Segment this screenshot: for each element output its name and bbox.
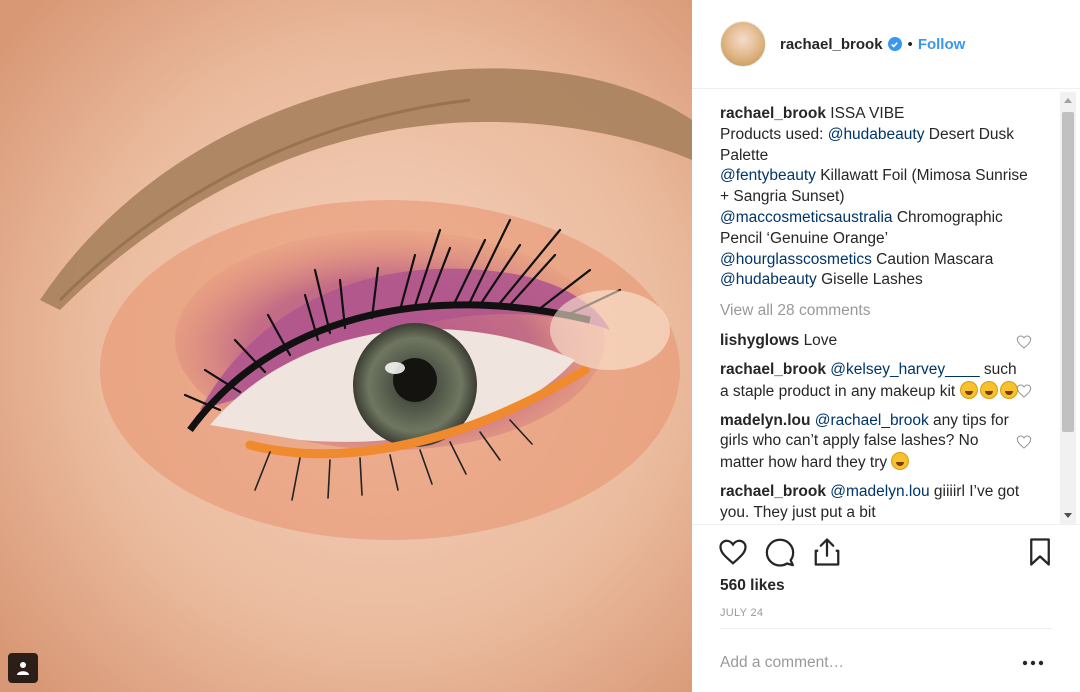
follow-button[interactable]: Follow bbox=[918, 36, 966, 53]
caption-text: Caution Mascara bbox=[871, 250, 994, 268]
sweat-smile-emoji-icon bbox=[891, 452, 910, 471]
post-sidebar: rachael_brook • Follow rachael_brook ISS… bbox=[692, 0, 1080, 692]
post-photo[interactable] bbox=[0, 0, 692, 692]
caption-mention[interactable]: @fentybeauty bbox=[720, 167, 816, 184]
laughing-emoji-icon bbox=[999, 380, 1018, 399]
scroll-down-arrow-icon[interactable] bbox=[1060, 508, 1076, 524]
comment-username[interactable]: lishyglows bbox=[720, 332, 799, 349]
comment-text: Love bbox=[803, 332, 838, 350]
post-header: rachael_brook • Follow bbox=[692, 0, 1080, 89]
author-username[interactable]: rachael_brook bbox=[780, 36, 883, 53]
user-tag-icon[interactable] bbox=[8, 653, 38, 683]
view-all-comments-link[interactable]: View all 28 comments bbox=[720, 299, 1080, 323]
comment-item: rachael_brook @kelsey_harvey____ such a … bbox=[720, 360, 1032, 403]
comment-like-heart-icon[interactable] bbox=[1016, 334, 1032, 350]
comment-username[interactable]: madelyn.lou bbox=[720, 412, 810, 429]
post-caption: rachael_brook ISSA VIBE Products used: @… bbox=[720, 104, 1030, 291]
comment-item: lishyglows Love bbox=[720, 331, 1032, 352]
caption-username[interactable]: rachael_brook bbox=[720, 105, 826, 122]
post-actions: 560 likes JULY 24 bbox=[692, 524, 1080, 624]
comment-mention[interactable]: @madelyn.lou bbox=[830, 483, 929, 500]
comment-like-heart-icon[interactable] bbox=[1016, 434, 1032, 450]
comment-username[interactable]: rachael_brook bbox=[720, 483, 826, 500]
comments-list[interactable]: rachael_brook ISSA VIBE Products used: @… bbox=[692, 90, 1080, 524]
laughing-emoji-icon bbox=[979, 380, 998, 399]
comments-scrollbar[interactable] bbox=[1060, 92, 1076, 524]
comment-username[interactable]: rachael_brook bbox=[720, 361, 826, 378]
share-icon[interactable] bbox=[812, 537, 842, 567]
post-date[interactable]: JULY 24 bbox=[720, 607, 763, 619]
eye-makeup-image bbox=[0, 0, 692, 692]
caption-mention[interactable]: @hourglasscosmetics bbox=[720, 251, 872, 268]
add-comment-input[interactable] bbox=[720, 649, 1010, 677]
bookmark-icon[interactable] bbox=[1025, 537, 1055, 567]
verified-badge-icon bbox=[887, 37, 902, 51]
caption-mention[interactable]: @hudabeauty bbox=[828, 126, 925, 143]
more-options-icon[interactable] bbox=[1020, 651, 1046, 675]
avatar[interactable] bbox=[720, 21, 766, 67]
comment-mention[interactable]: @rachael_brook bbox=[815, 412, 929, 429]
scroll-up-arrow-icon[interactable] bbox=[1060, 92, 1076, 108]
heart-icon[interactable] bbox=[718, 537, 748, 567]
likes-count[interactable]: 560 likes bbox=[720, 577, 785, 595]
caption-title: ISSA VIBE bbox=[830, 105, 905, 122]
laughing-emoji-icon bbox=[959, 380, 978, 399]
separator-dot: • bbox=[907, 35, 913, 53]
scrollbar-thumb[interactable] bbox=[1062, 112, 1074, 432]
add-comment-form bbox=[720, 628, 1052, 692]
caption-text: Giselle Lashes bbox=[816, 271, 923, 289]
caption-prefix: Products used: bbox=[720, 125, 828, 143]
comment-item: madelyn.lou @rachael_brook any tips for … bbox=[720, 411, 1032, 474]
comment-like-heart-icon[interactable] bbox=[1016, 383, 1032, 399]
caption-mention[interactable]: @hudabeauty bbox=[720, 271, 817, 288]
caption-mention[interactable]: @maccosmeticsaustralia bbox=[720, 209, 893, 226]
comment-item: rachael_brook @madelyn.lou giiiirl I’ve … bbox=[720, 482, 1020, 524]
comment-icon[interactable] bbox=[765, 537, 795, 567]
comment-mention[interactable]: @kelsey_harvey____ bbox=[830, 361, 979, 378]
